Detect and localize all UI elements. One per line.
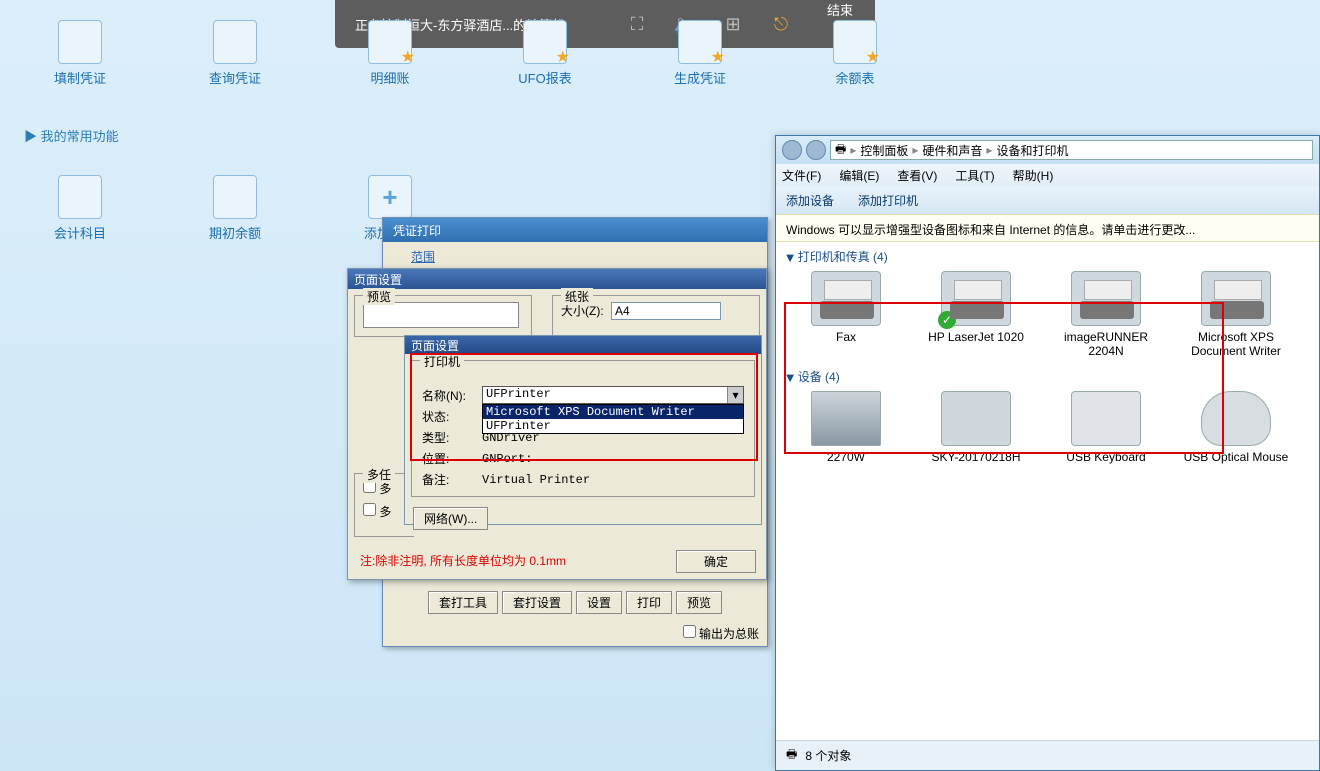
printers-section-header[interactable]: ▶打印机和传真 (4) xyxy=(776,242,1319,267)
printer-label: Microsoft XPS Document Writer xyxy=(1176,330,1296,358)
shortcut-generate-voucher[interactable]: ★生成凭证 xyxy=(665,20,735,87)
shortcut-row-2: 会计科目 ★期初余额 +添加更多 xyxy=(45,175,425,242)
computer-icon xyxy=(941,391,1011,446)
printer-icon xyxy=(1071,271,1141,326)
monitor-icon xyxy=(811,391,881,446)
status-printer-icon: 🖶 xyxy=(786,745,797,766)
add-printer-button[interactable]: 添加打印机 xyxy=(858,192,918,209)
breadcrumb-devices-printers[interactable]: 设备和打印机 xyxy=(996,142,1068,159)
preview-thumbnail xyxy=(363,302,519,328)
printer-where-label: 位置: xyxy=(420,448,480,469)
shortcut-row-1: 填制凭证 查询凭证 ★明细账 ★UFO报表 ★生成凭证 ★余额表 xyxy=(45,20,890,87)
printer-dialog-title[interactable]: 页面设置 xyxy=(405,336,761,354)
multi-checkbox-2[interactable] xyxy=(363,503,376,516)
printer-label: Fax xyxy=(836,330,856,344)
device-label: 2270W xyxy=(827,450,865,464)
device-label: SKY-20170218H xyxy=(932,450,1021,464)
printer-where-value: GNPort: xyxy=(480,448,746,469)
breadcrumb-control-panel[interactable]: 控制面板 xyxy=(860,142,908,159)
explorer-toolbar: 添加设备 添加打印机 xyxy=(776,186,1319,214)
info-bar[interactable]: Windows 可以显示增强型设备图标和来自 Internet 的信息。请单击进… xyxy=(776,214,1319,242)
shortcut-fill-voucher[interactable]: 填制凭证 xyxy=(45,20,115,87)
menu-file[interactable]: 文件(F) xyxy=(782,167,821,184)
printer-item[interactable]: ✓HP LaserJet 1020 xyxy=(916,271,1036,358)
paper-group-label: 纸张 xyxy=(561,288,593,305)
printer-comment-value: Virtual Printer xyxy=(480,469,746,490)
default-check-icon: ✓ xyxy=(938,311,956,329)
multitask-group-label: 多任 xyxy=(363,466,395,483)
printer-icon: ✓ xyxy=(941,271,1011,326)
breadcrumb-icon: 🖶 xyxy=(835,140,846,161)
setting-button[interactable]: 设置 xyxy=(576,591,622,614)
devices-section-header[interactable]: ▶设备 (4) xyxy=(776,362,1319,387)
shortcut-balance-sheet[interactable]: ★余额表 xyxy=(820,20,890,87)
preview-button[interactable]: 预览 xyxy=(676,591,722,614)
unit-note: 注:除非注明, 所有长度单位均为 0.1mm xyxy=(360,552,566,569)
printer-icon xyxy=(1201,271,1271,326)
printer-comment-label: 备注: xyxy=(420,469,480,490)
printer-option-xps[interactable]: Microsoft XPS Document Writer xyxy=(483,405,743,419)
voucher-print-titlebar[interactable]: 凭证打印 xyxy=(383,218,767,242)
explorer-menu-bar: 文件(F) 编辑(E) 查看(V) 工具(T) 帮助(H) xyxy=(776,164,1319,186)
page-setup-title[interactable]: 页面设置 xyxy=(348,269,766,289)
preview-group-label: 预览 xyxy=(363,288,395,305)
back-button[interactable] xyxy=(782,140,802,160)
scope-link[interactable]: 范围 xyxy=(411,248,435,265)
device-label: USB Keyboard xyxy=(1066,450,1145,464)
breadcrumb-hardware-sound[interactable]: 硬件和声音 xyxy=(922,142,982,159)
printer-status-label: 状态: xyxy=(420,406,480,427)
kit-tool-button[interactable]: 套打工具 xyxy=(428,591,498,614)
shortcut-accounting-subject[interactable]: 会计科目 xyxy=(45,175,115,242)
printers-grid: Fax ✓HP LaserJet 1020 imageRUNNER 2204N Mic… xyxy=(776,267,1319,362)
printer-type-label: 类型: xyxy=(420,427,480,448)
add-device-button[interactable]: 添加设备 xyxy=(786,192,834,209)
address-bar[interactable]: 🖶▸ 控制面板▸ 硬件和声音▸ 设备和打印机 xyxy=(830,140,1313,160)
status-object-count: 8 个对象 xyxy=(805,747,851,764)
printer-page-setup-dialog: 页面设置 打印机 名称(N): UFPrinter ▾ Microsoft XP… xyxy=(404,335,762,525)
printer-item[interactable]: Fax xyxy=(786,271,906,358)
shortcut-ufo-report[interactable]: ★UFO报表 xyxy=(510,20,580,87)
shortcut-detail-ledger[interactable]: ★明细账 xyxy=(355,20,425,87)
device-item[interactable]: 2270W xyxy=(786,391,906,464)
paper-size-label: 大小(Z): xyxy=(561,304,604,318)
printer-item[interactable]: imageRUNNER 2204N xyxy=(1046,271,1166,358)
printer-option-ufprinter[interactable]: UFPrinter xyxy=(483,419,743,433)
devices-and-printers-window: 🖶▸ 控制面板▸ 硬件和声音▸ 设备和打印机 文件(F) 编辑(E) 查看(V)… xyxy=(775,135,1320,771)
printer-name-label: 名称(N): xyxy=(420,384,480,406)
printer-icon xyxy=(811,271,881,326)
paper-size-input[interactable] xyxy=(611,302,721,320)
kit-setting-button[interactable]: 套打设置 xyxy=(502,591,572,614)
printer-group-label: 打印机 xyxy=(420,355,464,369)
explorer-nav-bar: 🖶▸ 控制面板▸ 硬件和声音▸ 设备和打印机 xyxy=(776,136,1319,164)
device-item[interactable]: USB Optical Mouse xyxy=(1176,391,1296,464)
my-functions-link[interactable]: ▶ 我的常用功能 xyxy=(24,126,119,145)
shortcut-query-voucher[interactable]: 查询凭证 xyxy=(200,20,270,87)
device-item[interactable]: SKY-20170218H xyxy=(916,391,1036,464)
explorer-status-bar: 🖶 8 个对象 xyxy=(776,740,1319,770)
printer-name-select[interactable]: UFPrinter ▾ Microsoft XPS Document Write… xyxy=(482,386,744,404)
menu-help[interactable]: 帮助(H) xyxy=(1013,167,1054,184)
mouse-icon xyxy=(1201,391,1271,446)
output-as-general-ledger-checkbox[interactable] xyxy=(683,625,696,638)
menu-edit[interactable]: 编辑(E) xyxy=(839,167,879,184)
printer-item[interactable]: Microsoft XPS Document Writer xyxy=(1176,271,1296,358)
devices-grid: 2270W SKY-20170218H USB Keyboard USB Optica… xyxy=(776,387,1319,468)
menu-view[interactable]: 查看(V) xyxy=(897,167,937,184)
device-label: USB Optical Mouse xyxy=(1184,450,1289,464)
device-item[interactable]: USB Keyboard xyxy=(1046,391,1166,464)
ok-button[interactable]: 确定 xyxy=(676,550,756,573)
network-button[interactable]: 网络(W)... xyxy=(413,507,488,530)
printer-label: HP LaserJet 1020 xyxy=(928,330,1024,344)
menu-tools[interactable]: 工具(T) xyxy=(955,167,994,184)
forward-button[interactable] xyxy=(806,140,826,160)
print-button[interactable]: 打印 xyxy=(626,591,672,614)
shortcut-opening-balance[interactable]: ★期初余额 xyxy=(200,175,270,242)
printer-label: imageRUNNER 2204N xyxy=(1046,330,1166,358)
printer-dropdown-list[interactable]: Microsoft XPS Document Writer UFPrinter xyxy=(482,404,744,434)
keyboard-icon xyxy=(1071,391,1141,446)
